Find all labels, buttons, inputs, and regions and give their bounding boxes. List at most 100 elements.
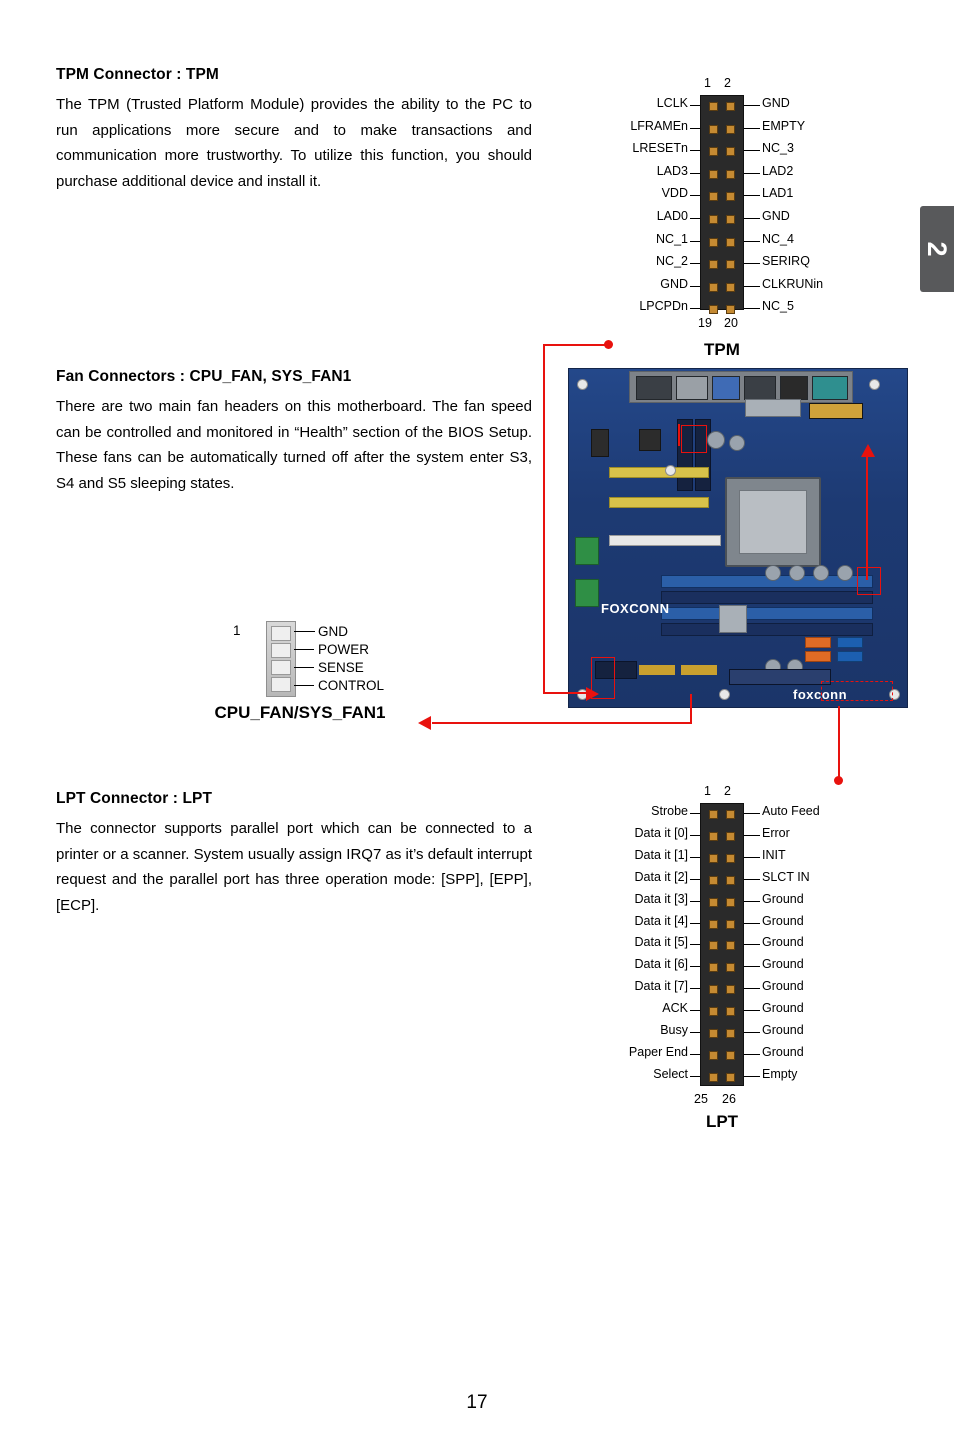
tpm-right-lead	[744, 240, 760, 242]
pin	[709, 1007, 718, 1017]
pin	[726, 875, 735, 885]
lpt-right-label: Ground	[762, 1001, 804, 1016]
fan-leader-line-v	[690, 694, 692, 724]
lpt-right-label: SLCT IN	[762, 869, 810, 884]
lpt-right-lead	[744, 944, 760, 946]
pin	[726, 963, 735, 973]
lpt-right-label: INIT	[762, 847, 786, 862]
tpm-right-lead	[744, 172, 760, 174]
pin	[726, 282, 735, 292]
lpt-left-label: Data it [2]	[634, 869, 689, 884]
pin	[709, 919, 718, 929]
lpt-left-lead	[690, 966, 700, 968]
section-title-fan: Fan Connectors : CPU_FAN, SYS_FAN1	[56, 368, 352, 385]
fan-pin1-number: 1	[233, 623, 241, 638]
lpt-right-lead	[744, 834, 760, 836]
pin	[726, 124, 735, 134]
rear-io-port	[712, 376, 740, 400]
lpt-left-lead	[690, 856, 700, 858]
section-body-fan: There are two main fan headers on this m…	[56, 398, 532, 492]
sata-connector	[837, 651, 863, 662]
lpt-left-label: Data it [7]	[634, 979, 689, 994]
fan-pin-slot	[271, 626, 291, 641]
tpm-left-lead	[690, 285, 700, 287]
tpm-left-label: VDD	[661, 186, 688, 201]
pin	[709, 1029, 718, 1038]
tpm-left-label: LAD0	[656, 209, 688, 223]
lpt-right-label: Ground	[762, 979, 804, 994]
fan-caption: CPU_FAN/SYS_FAN1	[214, 703, 386, 722]
lpt-left-lead	[690, 878, 700, 880]
expansion-slot	[609, 497, 709, 508]
pin	[726, 237, 735, 247]
fan-lead-3	[294, 667, 314, 668]
tpm-right-lead	[744, 263, 760, 265]
lpt-left-lead	[690, 988, 700, 990]
fan-lead-1b	[314, 631, 315, 632]
lpt-left-label: Data it [1]	[634, 847, 689, 862]
mount-hole	[719, 689, 730, 700]
tpm-left-label: LFRAMEn	[630, 118, 688, 133]
tpm-pin-2-number: 2	[724, 76, 731, 90]
highlight-fan-on-board	[857, 567, 881, 595]
lpt-right-lead	[744, 1075, 760, 1077]
brand-logo: FOXCONN	[601, 601, 670, 616]
lpt-pin-1-number: 1	[704, 784, 711, 798]
lpt-right-label: Ground	[762, 891, 804, 906]
chapter-tab: 2	[920, 206, 954, 292]
lpt-right-lead	[744, 1053, 760, 1055]
pin	[726, 192, 735, 202]
sata-connector	[837, 637, 863, 648]
tpm-leader-line-v	[543, 344, 545, 694]
lpt-left-lead	[690, 1053, 700, 1055]
floppy-header	[729, 669, 831, 685]
pin	[726, 831, 735, 841]
pin	[726, 1050, 735, 1060]
lpt-left-lead	[690, 944, 700, 946]
lpt-right-lead	[744, 1010, 760, 1012]
power-connector	[809, 403, 863, 419]
fan-pin-slot	[271, 643, 291, 658]
pin	[709, 147, 718, 157]
fan-lead-2	[294, 649, 314, 650]
lpt-right-label: Ground	[762, 913, 804, 928]
pin	[709, 282, 718, 292]
lpt-left-lead	[690, 922, 700, 924]
pin	[726, 810, 735, 819]
pin	[709, 237, 718, 247]
mount-hole	[869, 379, 880, 390]
capacitor	[813, 565, 829, 581]
capacitor	[707, 431, 725, 449]
lpt-right-lead	[744, 966, 760, 968]
tpm-left-label: NC_1	[656, 231, 688, 246]
tpm-right-label: NC_3	[762, 141, 794, 156]
lpt-left-label: Data it [6]	[634, 957, 689, 972]
lpt-right-label: Ground	[762, 957, 804, 972]
lpt-caption: LPT	[705, 1112, 739, 1131]
tpm-left-lead	[690, 218, 700, 219]
pin	[726, 941, 735, 951]
fan-leader-line-h	[432, 722, 692, 724]
lpt-left-label: Data it [3]	[634, 891, 689, 906]
tpm-leader-arrow	[586, 687, 599, 701]
rear-io-port	[812, 376, 848, 400]
audio-jack-block	[575, 537, 599, 565]
capacitor	[837, 565, 853, 581]
fan-label-gnd: GND	[318, 624, 348, 639]
highlight-tpm-on-board	[681, 425, 707, 453]
lpt-left-lead	[690, 1032, 700, 1033]
tpm-left-lead	[690, 172, 700, 174]
tpm-right-label: LAD2	[762, 163, 794, 178]
fan-lead-1	[294, 631, 314, 632]
pin	[726, 1007, 735, 1017]
pin	[709, 810, 718, 819]
fan-label-power: POWER	[318, 642, 370, 657]
pin	[726, 102, 735, 111]
tpm-left-label: LPCPDn	[639, 299, 688, 314]
tpm-right-label: NC_5	[762, 299, 794, 314]
lpt-left-label: Data it [0]	[634, 825, 689, 840]
pin	[726, 1029, 735, 1038]
tpm-right-label: LAD1	[762, 186, 794, 201]
dimm-slot	[661, 623, 873, 636]
pin	[709, 1072, 718, 1082]
